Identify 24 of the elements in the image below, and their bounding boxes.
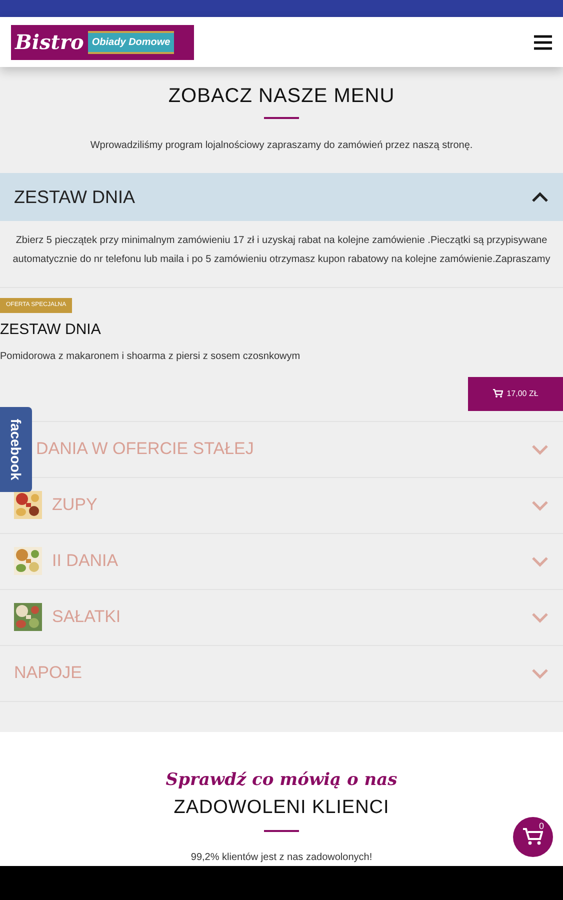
chevron-up-icon [531,192,549,202]
facebook-tab[interactable]: facebook [0,407,32,492]
intro-text: Wprowadziliśmy program lojalnościowy zapraszamy do zamówień przez naszą stronę. [90,139,473,153]
cart-count: 0 [538,822,544,831]
reviews-text: 99,2% klientów jest z nas zadowolonych! [190,851,372,865]
add-to-cart-button[interactable]: 17,00 ZŁ [468,376,563,410]
cart-icon [492,389,503,398]
chevron-down-icon [531,612,549,622]
chevron-down-icon [531,668,549,678]
product-description: Pomidorowa z makaronem i shoarma z piersi z sosem czosnkowym [0,350,300,364]
reviews-subtitle: Sprawdź co mówią o nas [166,769,398,792]
chevron-down-icon [531,444,549,454]
logo-ribbon: Obiady Domowe [88,30,174,54]
chevron-down-icon [531,556,549,566]
product-name: ZESTAW DNIA [0,320,101,340]
chevron-down-icon [531,500,549,510]
section-title: ZOBACZ NASZE MENU [168,84,395,109]
category-description: Zbierz 5 pieczątek przy minimalnym zamówieniu 17 zł i uzyskaj rabat na kolejne zamówienie .Pieczątki są przypisywane automatycznie do nr telefonu lub maila i po 5 zamówieniu otrzymasz kupon rabatowy na kolejne zamówienie.Zapraszamy [0,221,563,288]
logo-text: Bistro [15,29,84,56]
reviews-title: ZADOWOLENI KLIENCI [174,796,390,820]
category-header[interactable]: ZESTAW DNIA [0,173,563,221]
cart-icon [523,828,543,846]
menu-icon[interactable] [534,34,552,50]
logo[interactable]: Bistro Obiady Domowe [11,24,194,60]
